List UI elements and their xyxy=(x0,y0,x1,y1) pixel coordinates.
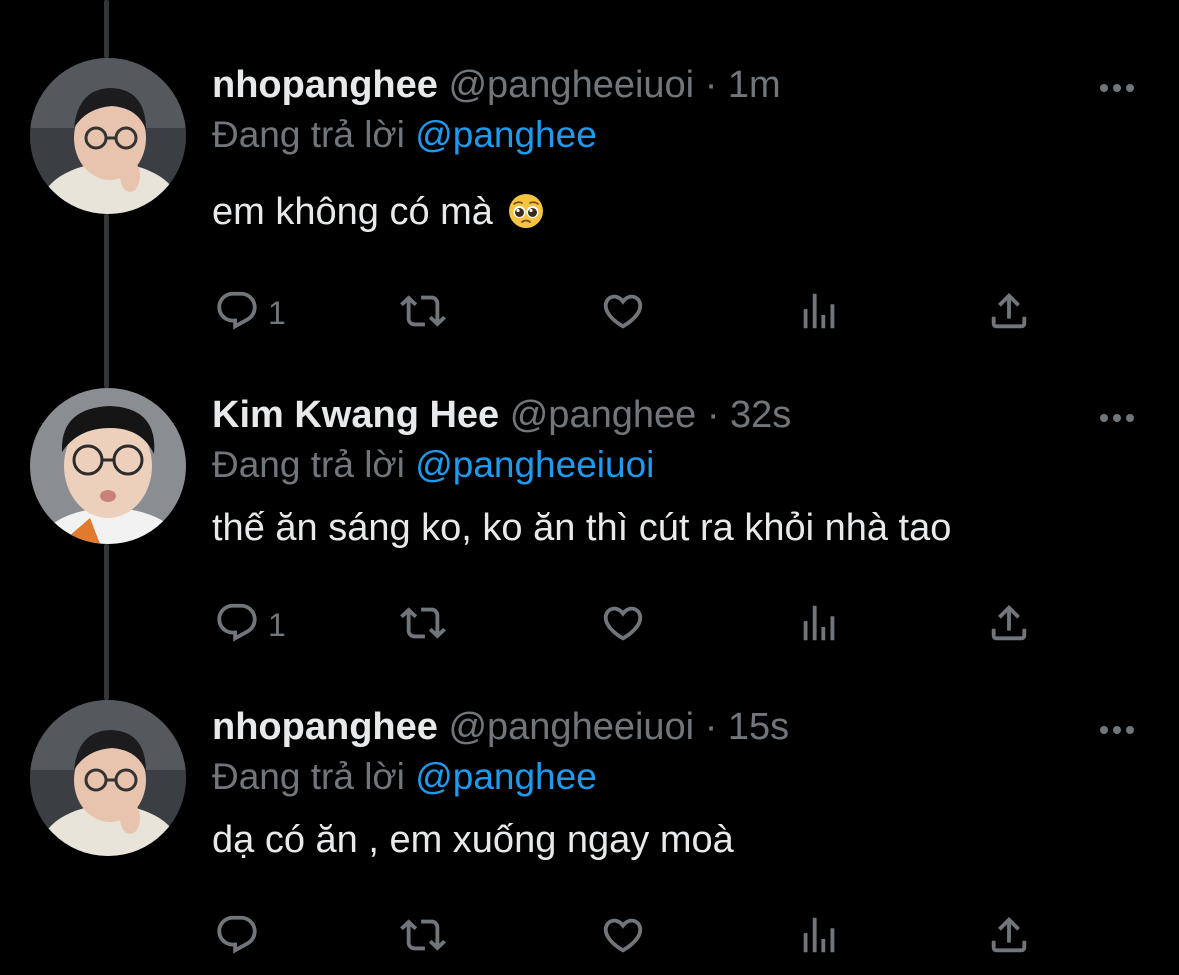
avatar-nhopanghee[interactable] xyxy=(30,58,186,214)
tweet-thread: nhopanghee @pangheeiuoi · 1m Đang trả lờ… xyxy=(0,0,1179,975)
retweet-button[interactable] xyxy=(400,912,446,962)
avatar-kimkwanghee[interactable] xyxy=(30,388,186,544)
separator-dot: · xyxy=(706,394,720,436)
retweet-icon xyxy=(400,288,446,339)
reply-icon xyxy=(214,288,260,339)
like-button[interactable] xyxy=(600,288,646,338)
mention-link[interactable]: @panghee xyxy=(415,114,597,155)
tweet-header: Kim Kwang Hee @panghee · 32s xyxy=(212,392,1139,438)
tweet[interactable]: nhopanghee @pangheeiuoi · 15s Đang trả l… xyxy=(0,692,1179,975)
views-icon xyxy=(796,600,842,651)
reply-icon xyxy=(214,912,260,963)
share-icon xyxy=(986,288,1032,339)
retweet-button[interactable] xyxy=(400,288,446,338)
tweet-header: nhopanghee @pangheeiuoi · 15s xyxy=(212,704,1139,750)
user-handle[interactable]: @pangheeiuoi xyxy=(448,706,694,748)
views-button[interactable] xyxy=(796,912,842,962)
tweet[interactable]: Kim Kwang Hee @panghee · 32s Đang trả lờ… xyxy=(0,380,1179,692)
display-name[interactable]: Kim Kwang Hee xyxy=(212,394,499,436)
reply-count: 1 xyxy=(268,606,286,643)
display-name[interactable]: nhopanghee xyxy=(212,706,438,748)
replying-to-label: Đang trả lời xyxy=(212,756,405,797)
retweet-button[interactable] xyxy=(400,600,446,650)
share-button[interactable] xyxy=(986,912,1032,962)
tweet-actions: 1 xyxy=(212,600,1032,650)
tweet-text-content: dạ có ăn , em xuống ngay moà xyxy=(212,819,734,861)
mention-link[interactable]: @panghee xyxy=(415,756,597,797)
tweet-text: thế ăn sáng ko, ko ăn thì cút ra khỏi nh… xyxy=(212,504,1139,552)
share-icon xyxy=(986,600,1032,651)
reply-button[interactable]: 1 xyxy=(214,600,286,650)
retweet-icon xyxy=(400,912,446,963)
reply-icon xyxy=(214,600,260,651)
share-button[interactable] xyxy=(986,600,1032,650)
views-icon xyxy=(796,912,842,963)
retweet-icon xyxy=(400,600,446,651)
heart-icon xyxy=(600,912,646,963)
share-button[interactable] xyxy=(986,288,1032,338)
more-icon[interactable] xyxy=(1099,410,1135,422)
pleading-face-icon xyxy=(507,192,545,230)
tweet-text-content: thế ăn sáng ko, ko ăn thì cút ra khỏi nh… xyxy=(212,507,952,549)
share-icon xyxy=(986,912,1032,963)
replying-to: Đang trả lời @panghee xyxy=(212,754,1139,800)
more-icon[interactable] xyxy=(1099,722,1135,734)
views-icon xyxy=(796,288,842,339)
display-name[interactable]: nhopanghee xyxy=(212,64,438,106)
reply-button[interactable] xyxy=(214,912,268,962)
like-button[interactable] xyxy=(600,600,646,650)
tweet-actions xyxy=(212,912,1032,962)
tweet-text-content: em không có mà xyxy=(212,191,493,233)
views-button[interactable] xyxy=(796,288,842,338)
separator-dot: · xyxy=(704,706,718,748)
timestamp[interactable]: 32s xyxy=(730,394,791,436)
timestamp[interactable]: 1m xyxy=(728,64,781,106)
avatar-nhopanghee[interactable] xyxy=(30,700,186,856)
tweet-text: dạ có ăn , em xuống ngay moà xyxy=(212,816,1139,864)
reply-count: 1 xyxy=(268,294,286,331)
mention-link[interactable]: @pangheeiuoi xyxy=(415,444,654,485)
like-button[interactable] xyxy=(600,912,646,962)
replying-to: Đang trả lời @pangheeiuoi xyxy=(212,442,1139,488)
tweet-text: em không có mà xyxy=(212,188,1139,236)
tweet-header: nhopanghee @pangheeiuoi · 1m xyxy=(212,62,1139,108)
more-icon[interactable] xyxy=(1099,80,1135,92)
timestamp[interactable]: 15s xyxy=(728,706,789,748)
user-handle[interactable]: @pangheeiuoi xyxy=(448,64,694,106)
separator-dot: · xyxy=(704,64,718,106)
replying-to: Đang trả lời @panghee xyxy=(212,112,1139,158)
replying-to-label: Đang trả lời xyxy=(212,444,405,485)
heart-icon xyxy=(600,600,646,651)
reply-button[interactable]: 1 xyxy=(214,288,286,338)
tweet[interactable]: nhopanghee @pangheeiuoi · 1m Đang trả lờ… xyxy=(0,0,1179,380)
heart-icon xyxy=(600,288,646,339)
user-handle[interactable]: @panghee xyxy=(510,394,697,436)
tweet-actions: 1 xyxy=(212,288,1032,338)
views-button[interactable] xyxy=(796,600,842,650)
replying-to-label: Đang trả lời xyxy=(212,114,405,155)
